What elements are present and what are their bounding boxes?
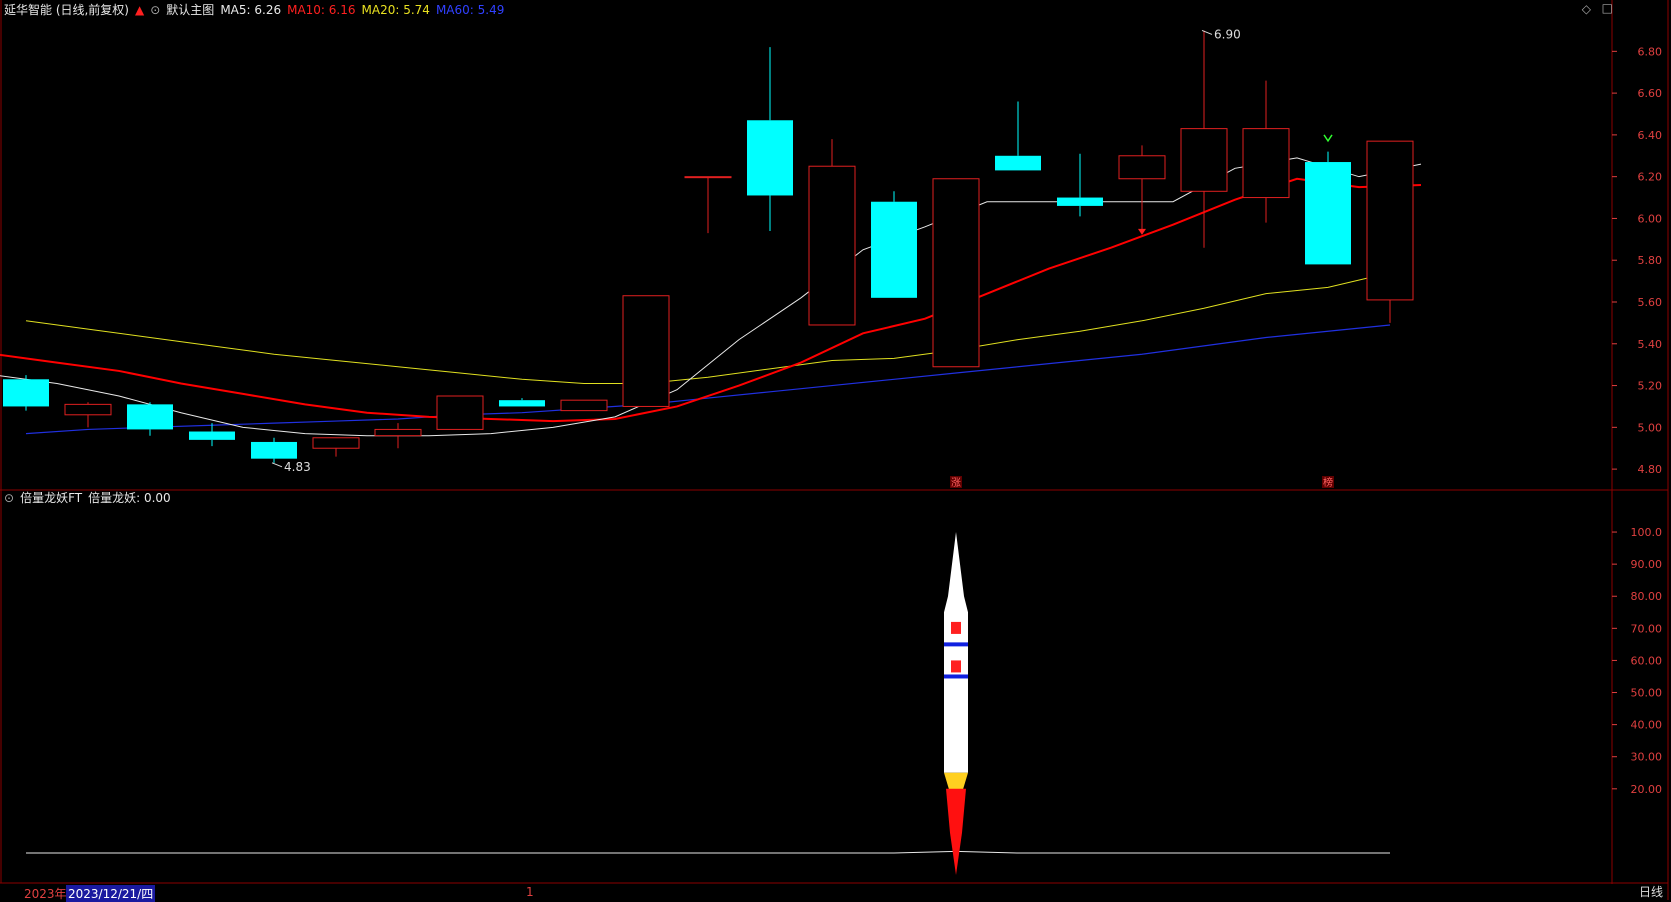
sell-arrow-icon [1323,134,1333,143]
price-tick-label: 6.00 [1638,212,1663,225]
indicator-tick-label: 80.00 [1631,590,1663,603]
price-tick-label: 6.60 [1638,87,1663,100]
stock-chart[interactable]: 6.90 4.83 涨 榜 6.80 6.60 6.40 6.20 6.00 5.80 5.60 5… [0,0,1671,900]
indicator-value: 倍量龙妖: 0.00 [88,491,171,505]
ma10-line [0,177,1422,423]
candle-body [622,295,670,407]
chevron-down-icon[interactable]: ⊙ [4,491,14,505]
price-tick-label: 5.60 [1638,296,1663,309]
price-annotation: 4.83 [284,460,311,474]
price-tick-label: 6.80 [1638,45,1663,58]
current-date: 2023/12/21/四 [66,885,156,902]
candle-body [312,437,360,449]
price-marker [271,462,283,468]
indicator-line [26,850,1390,854]
candle-body [1242,128,1290,199]
diamond-icon[interactable]: ◇ [1582,2,1591,16]
candle-body [560,399,608,412]
ma60-line [25,324,1391,435]
ma20-value: MA20: 5.74 [361,3,430,17]
candle-body [995,155,1041,171]
candle-body [932,178,980,368]
indicator-tick-label: 30.00 [1631,751,1663,764]
year-label: 2023年 [24,887,67,901]
candle-body [1180,128,1228,192]
candle-body [684,176,732,179]
month-marker: 1 [526,885,534,899]
candle-body [1366,140,1414,301]
chart-mode[interactable]: 默认主图 [166,3,214,17]
price-tick-label: 5.20 [1638,380,1663,393]
event-label: 涨 [951,477,961,489]
candle-body [747,120,793,196]
indicator-tick-label: 50.00 [1631,687,1663,700]
candle-body [1305,162,1351,265]
indicator-tick-label: 60.00 [1631,654,1663,667]
price-annotation: 6.90 [1214,27,1241,41]
price-tick-label: 5.80 [1638,254,1663,267]
price-tick-label: 6.40 [1638,129,1663,142]
price-tick-label: 4.80 [1638,463,1663,476]
ma60-value: MA60: 5.49 [435,3,505,17]
price-tick-label: 5.00 [1638,421,1663,434]
candle-body [251,441,297,459]
candle-body [871,201,917,298]
candle-body [1057,197,1103,206]
candle-body [808,165,856,326]
candle-body [436,395,484,430]
price-tick-label: 5.40 [1638,338,1663,351]
chevron-down-icon[interactable]: ⊙ [150,3,160,17]
period-label[interactable]: 日线 [1639,883,1663,900]
candle-body [64,403,112,416]
ma20-line [25,272,1391,384]
up-arrow-icon: ▲ [135,3,145,17]
candle-body [189,431,235,440]
candle-body [3,379,49,407]
indicator-tick-label: 90.00 [1631,558,1663,571]
candle-body [374,428,422,437]
rocket-window [951,621,961,634]
rocket-flame-outer [946,788,966,875]
ma5-line [0,157,1422,437]
indicator-name[interactable]: 倍量龙妖FT [20,491,82,505]
ma5-value: MA5: 6.26 [220,3,282,17]
indicator-tick-label: 100.0 [1631,526,1663,539]
ma10-value: MA10: 6.16 [287,3,356,17]
candle-body [127,404,173,430]
date-bar: 2023年 2023/12/21/四 1 [0,884,1620,902]
main-chart-header: 延华智能 (日线,前复权) ▲ ⊙ 默认主图 MA5: 6.26 MA10: 6.16 MA… [4,2,510,18]
maximize-icon[interactable]: □ [1602,1,1613,15]
buy-arrow-icon [1138,228,1146,235]
candle-body [499,400,545,407]
indicator-header: ⊙ 倍量龙妖FT 倍量龙妖: 0.00 [4,490,177,506]
stock-name[interactable]: 延华智能 (日线,前复权) [4,3,129,17]
price-tick-label: 6.20 [1638,171,1663,184]
rocket-window [951,660,961,673]
rocket-body [944,532,968,773]
candle-body [1118,155,1166,180]
event-label: 榜 [1323,476,1333,489]
rocket-band [944,642,968,647]
indicator-tick-label: 70.00 [1631,622,1663,635]
rocket-band [944,674,968,679]
indicator-tick-label: 40.00 [1631,719,1663,732]
indicator-tick-label: 20.00 [1631,783,1663,796]
